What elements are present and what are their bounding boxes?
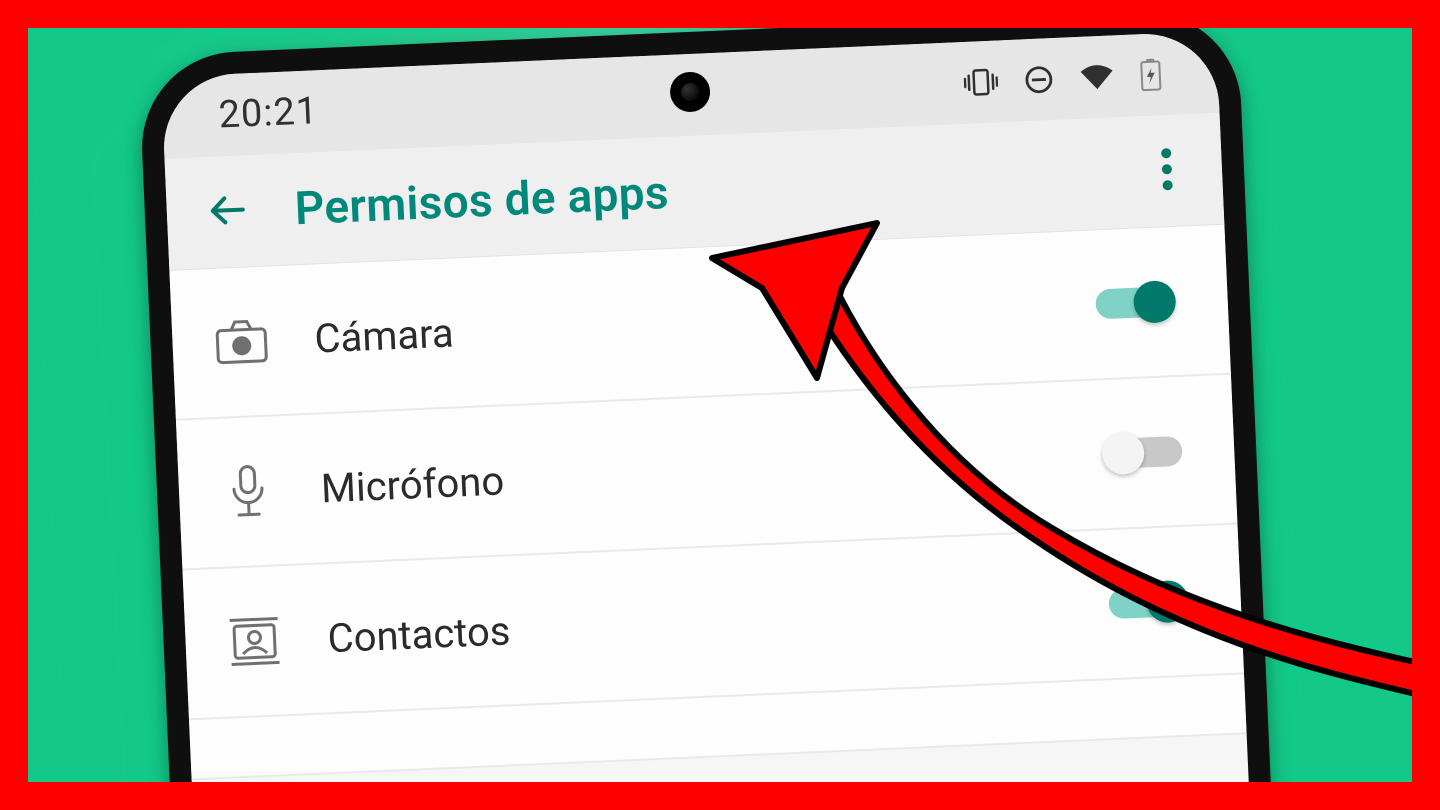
vibrate-icon — [963, 67, 998, 98]
toggle-camera[interactable] — [1095, 280, 1177, 325]
microphone-icon — [218, 461, 278, 521]
phone-screen: 20:21 — [161, 31, 1275, 782]
phone-wrap: 20:21 — [138, 28, 1298, 782]
permission-label: Contactos — [327, 583, 1066, 662]
more-vert-icon[interactable] — [1159, 145, 1183, 196]
permission-label: Micrófono — [320, 433, 1059, 512]
permission-label: Cámara — [313, 283, 1052, 362]
camera-icon — [211, 312, 271, 372]
back-arrow-icon[interactable] — [206, 187, 252, 237]
battery-charging-icon — [1139, 57, 1162, 92]
contacts-icon — [224, 611, 284, 671]
permission-list: Cámara — [169, 225, 1246, 781]
page-title: Permisos de apps — [294, 146, 1118, 236]
phone-body: 20:21 — [138, 28, 1298, 782]
status-time: 20:21 — [218, 89, 319, 137]
wifi-icon — [1079, 63, 1114, 90]
do-not-disturb-icon — [1023, 64, 1054, 95]
thumbnail-frame: 20:21 — [28, 28, 1412, 782]
toggle-contacts[interactable] — [1108, 580, 1190, 625]
toggle-microphone[interactable] — [1101, 430, 1183, 475]
